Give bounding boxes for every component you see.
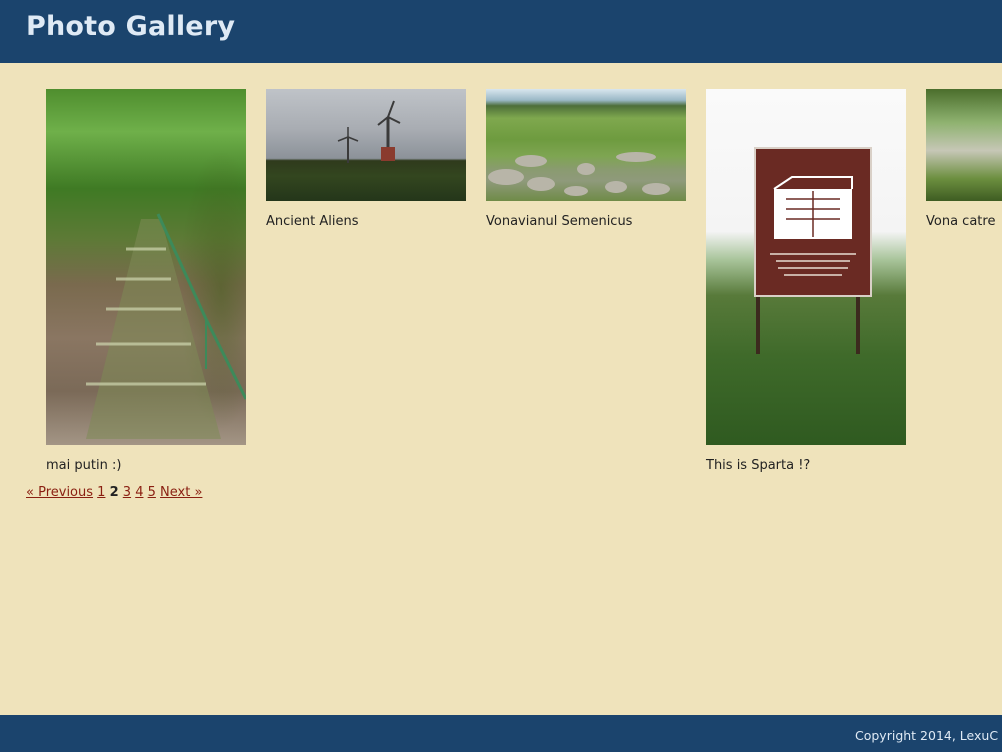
- building-icon: [770, 176, 856, 276]
- gallery-photo-sign[interactable]: [706, 89, 906, 445]
- gallery-caption: Vona catre: [926, 214, 996, 229]
- wind-turbines-image: [337, 100, 401, 163]
- page-link-4[interactable]: 4: [135, 485, 143, 500]
- pagination: « Previous 1 2 3 4 5 Next »: [26, 485, 202, 500]
- page-footer: Copyright 2014, LexuC: [0, 715, 1002, 752]
- copyright-text: Copyright 2014, LexuC: [855, 728, 999, 743]
- page-link-3[interactable]: 3: [123, 485, 131, 500]
- next-page-link[interactable]: Next »: [160, 485, 202, 500]
- sign-board-image: [754, 147, 872, 297]
- gallery-caption: Ancient Aliens: [266, 214, 359, 229]
- current-page: 2: [109, 485, 119, 500]
- meadow-image: [488, 152, 670, 196]
- gallery-photo-wind-turbines[interactable]: [266, 89, 466, 201]
- gallery-caption: mai putin :): [46, 458, 122, 473]
- previous-page-link[interactable]: « Previous: [26, 485, 93, 500]
- gallery-photo-greenery[interactable]: [926, 89, 1002, 201]
- gallery-photo-stairs[interactable]: [46, 89, 246, 445]
- photo-gallery: mai putin :) Ancient Aliens Vonavianul S…: [0, 0, 1002, 752]
- stairs-image: [86, 213, 246, 439]
- page-link-5[interactable]: 5: [148, 485, 156, 500]
- gallery-photo-meadow[interactable]: [486, 89, 686, 201]
- gallery-caption: This is Sparta !?: [706, 458, 811, 473]
- page-link-1[interactable]: 1: [97, 485, 105, 500]
- gallery-caption: Vonavianul Semenicus: [486, 214, 633, 229]
